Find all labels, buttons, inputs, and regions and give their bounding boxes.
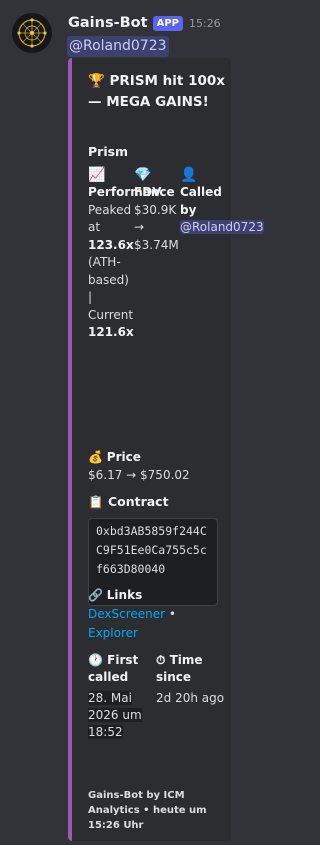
embed-fields-row: 📈 Performance Peaked at 123.6x (ATH-base… [88,166,264,342]
field-performance-name: Performance [88,185,175,199]
current-multiple: 121.6x [88,325,134,339]
field-performance-value: Peaked at 123.6x (ATH-based) | Current 1… [88,202,134,342]
explorer-link[interactable]: Explorer [88,626,138,640]
embed-time-fields-row: 🕐 First called 28. Mai 2026 um 18:52 ⏱ T… [88,652,226,741]
user-icon: 👤 [180,167,198,183]
field-called-by: 👤 Called by @Roland0723 [180,166,264,342]
link-icon: 🔗 [88,588,103,602]
field-called-by-value: @Roland0723 [180,219,264,237]
embed-description: Prism [88,144,129,159]
field-first-called-value: 28. Mai 2026 um 18:52 [88,690,148,741]
dexscreener-link[interactable]: DexScreener [88,607,165,621]
embed-footer: Gains-Bot by ICM Analytics • heute um 15… [88,790,207,831]
author-name[interactable]: Gains-Bot [68,15,148,31]
chart-up-icon: 📈 [88,167,106,183]
field-links: 🔗 Links DexScreener • Explorer [88,586,228,643]
field-performance: 📈 Performance Peaked at 123.6x (ATH-base… [88,166,175,342]
message-timestamp[interactable]: 15:26 [189,17,221,30]
bot-avatar[interactable] [12,13,52,53]
field-price-name: Price [106,450,141,464]
first-called-timestamp[interactable]: 28. Mai 2026 um 18:52 [88,691,142,739]
field-links-value: DexScreener • Explorer [88,605,228,643]
field-time-since-name: ⏱ Time since [156,653,203,684]
user-mention[interactable]: @Roland0723 [67,36,169,57]
field-first-called-name: 🕐 First called [88,653,139,684]
field-contract: 📋 Contract [88,494,169,510]
field-first-called: 🕐 First called 28. Mai 2026 um 18:52 [88,652,148,741]
peaked-label: Peaked at [88,202,132,235]
stopwatch-icon: ⏱ [156,653,166,667]
network-logo-icon [17,18,47,48]
current-note: (ATH-based) | Current [88,255,134,322]
peak-multiple: 123.6x [88,237,134,252]
field-contract-name: Contract [107,494,169,509]
field-price-value: $6.17 → $750.02 [88,468,190,482]
link-separator: • [165,607,176,621]
clock-icon: 🕐 [88,653,103,667]
money-bag-icon: 💰 [88,450,103,464]
field-fdv-value: $30.9K → $3.74M [134,202,179,252]
message-header: Gains-Bot APP 15:26 [68,14,221,32]
gem-icon: 💎 [134,167,152,183]
embed-title-text: PRISM hit 100x — MEGA GAINS! [88,73,225,110]
clipboard-icon: 📋 [88,494,104,509]
field-time-since-value: 2d 20h ago [156,691,225,705]
field-links-name: Links [106,588,143,602]
app-badge: APP [152,15,183,31]
embed-title: 🏆 PRISM hit 100x — MEGA GAINS! [88,71,228,113]
field-fdv-name: FDV [134,185,162,199]
field-price: 💰 Price $6.17 → $750.02 [88,448,228,484]
field-time-since: ⏱ Time since 2d 20h ago [156,652,226,741]
embed-card: 🏆 PRISM hit 100x — MEGA GAINS! Prism 📈 P… [68,58,264,841]
field-fdv: 💎 FDV $30.9K → $3.74M [134,166,179,342]
trophy-icon: 🏆 [88,73,105,89]
field-called-by-name: Called by [180,185,222,217]
caller-mention[interactable]: @Roland0723 [180,220,264,234]
